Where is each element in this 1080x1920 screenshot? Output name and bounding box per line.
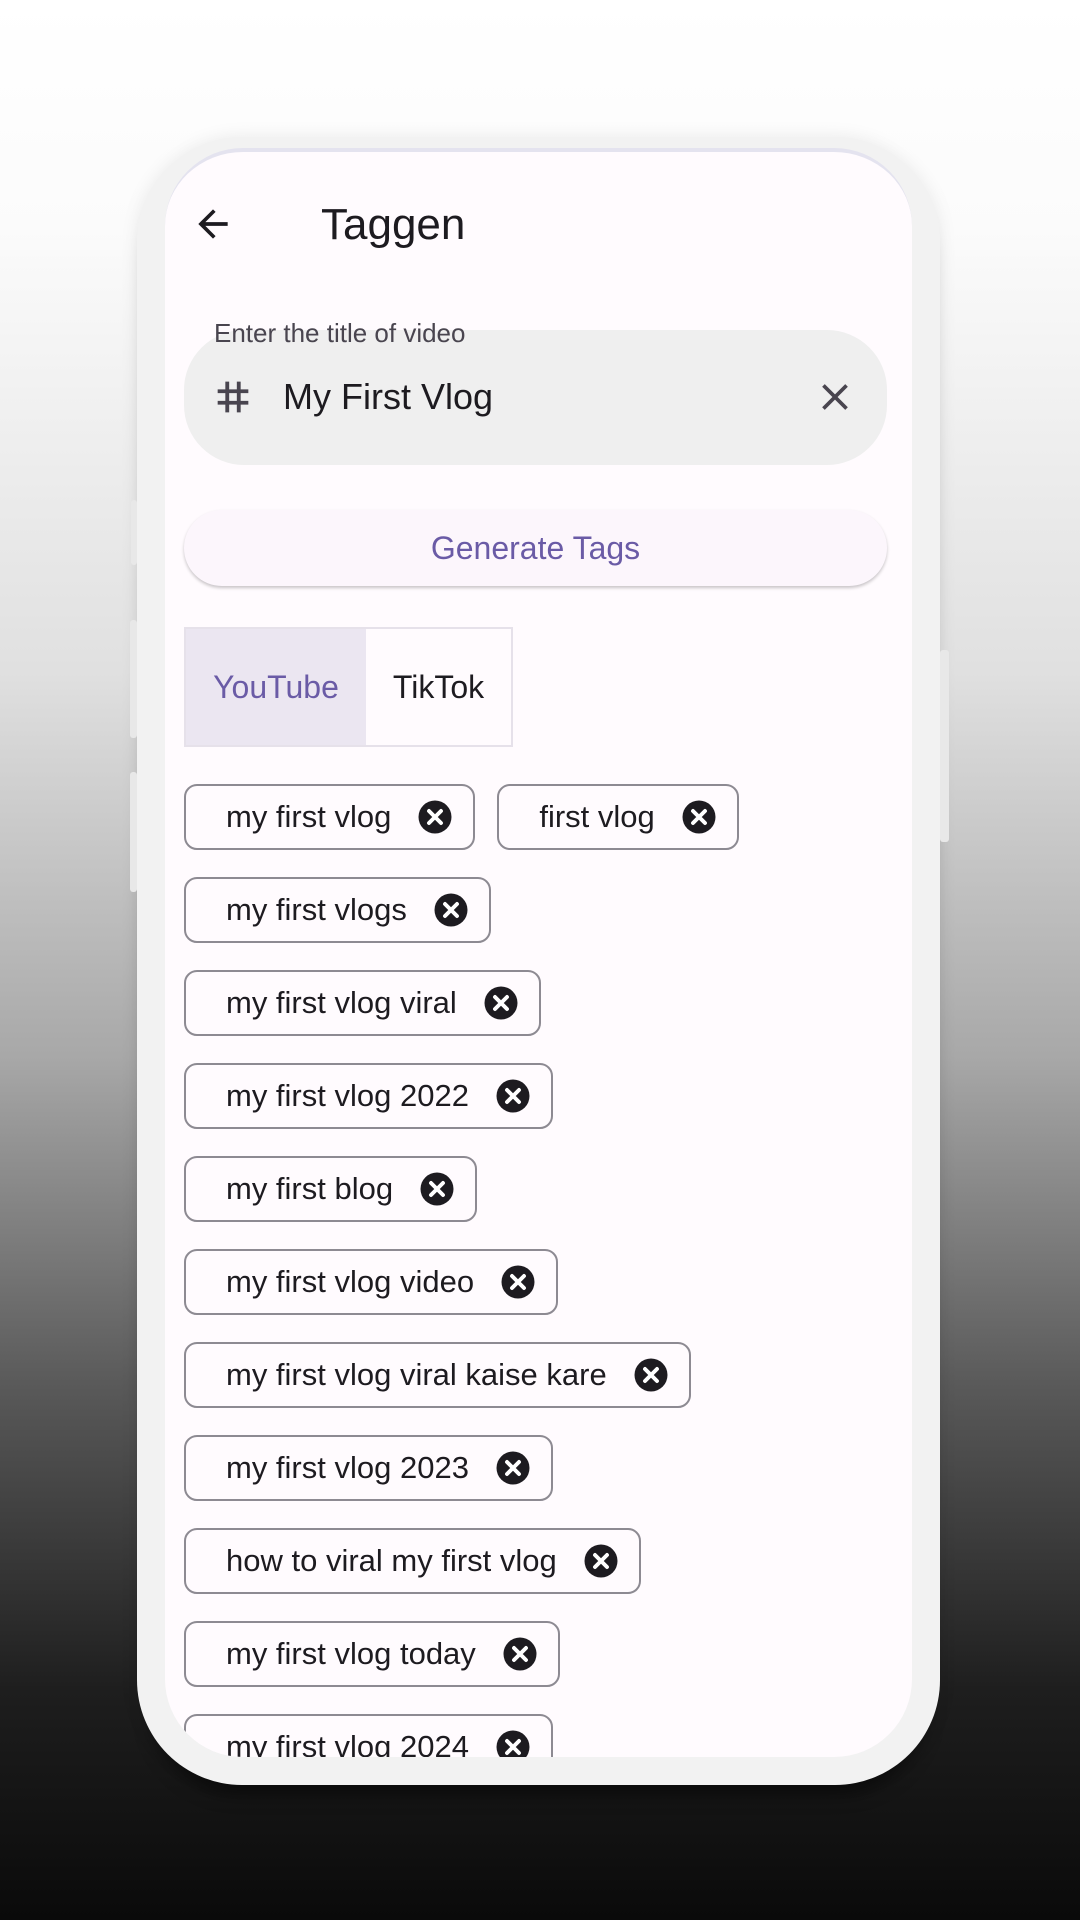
video-title-field[interactable] xyxy=(184,330,887,465)
tag-chip[interactable]: my first vlog 2024 xyxy=(184,1714,553,1757)
title-field-label: Enter the title of video xyxy=(214,318,466,348)
app-bar: Taggen xyxy=(165,152,912,302)
remove-tag-icon[interactable] xyxy=(502,1636,538,1672)
tag-chip[interactable]: my first vlogs xyxy=(184,877,491,943)
remove-tag-icon[interactable] xyxy=(633,1357,669,1393)
side-button xyxy=(131,500,137,565)
tag-chip[interactable]: my first vlog 2023 xyxy=(184,1435,553,1501)
remove-tag-icon[interactable] xyxy=(500,1264,536,1300)
close-icon[interactable] xyxy=(813,375,857,419)
tag-chip[interactable]: my first blog xyxy=(184,1156,478,1222)
tag-chip-row: my first vlog today xyxy=(184,1621,884,1687)
tag-chip-label: my first vlog viral xyxy=(226,985,457,1020)
volume-down-button xyxy=(130,772,137,892)
tag-chip-row: my first vlog viral kaise kare xyxy=(184,1342,884,1408)
tag-chip-label: my first vlog today xyxy=(226,1636,476,1671)
tag-chip[interactable]: my first vlog xyxy=(184,784,476,850)
remove-tag-icon[interactable] xyxy=(681,799,717,835)
tag-chip-label: how to viral my first vlog xyxy=(226,1543,557,1578)
tag-chip-label: my first vlog viral kaise kare xyxy=(226,1357,607,1392)
tag-chip[interactable]: my first vlog today xyxy=(184,1621,560,1687)
tag-chip-label: my first vlog 2022 xyxy=(226,1078,469,1113)
volume-up-button xyxy=(130,620,137,738)
page-title: Taggen xyxy=(321,200,466,249)
arrow-left-icon[interactable] xyxy=(191,202,235,246)
tag-chip-list: my first vlog first vlog my first vlogs my … xyxy=(184,784,884,1757)
remove-tag-icon[interactable] xyxy=(417,799,453,835)
tag-chip-label: my first vlog video xyxy=(226,1264,475,1299)
remove-tag-icon[interactable] xyxy=(495,1729,531,1757)
remove-tag-icon[interactable] xyxy=(495,1078,531,1114)
tag-chip-row: my first vlog video xyxy=(184,1249,884,1315)
remove-tag-icon[interactable] xyxy=(433,892,469,928)
power-button xyxy=(940,650,949,842)
tag-chip-row: my first vlog viral xyxy=(184,970,884,1036)
tag-chip-label: my first vlog 2023 xyxy=(226,1450,469,1485)
tag-chip[interactable]: my first vlog viral xyxy=(184,970,541,1036)
tag-chip-row: my first vlogs xyxy=(184,877,884,943)
tag-chip-row: my first vlog 2022 xyxy=(184,1063,884,1129)
video-title-input[interactable] xyxy=(283,376,763,418)
tag-chip[interactable]: my first vlog 2022 xyxy=(184,1063,553,1129)
remove-tag-icon[interactable] xyxy=(583,1543,619,1579)
tab-youtube[interactable]: YouTube xyxy=(186,629,366,745)
tag-chip-label: my first vlog xyxy=(226,799,392,834)
tag-chip[interactable]: how to viral my first vlog xyxy=(184,1528,641,1594)
platform-toggle: YouTube TikTok xyxy=(184,627,513,747)
tag-chip-label: first vlog xyxy=(539,799,655,834)
tag-chip-label: my first vlogs xyxy=(226,892,407,927)
remove-tag-icon[interactable] xyxy=(495,1450,531,1486)
tag-chip[interactable]: my first vlog viral kaise kare xyxy=(184,1342,691,1408)
tag-chip-label: my first vlog 2024 xyxy=(226,1729,469,1757)
tag-chip-row: my first vlog 2024 xyxy=(184,1714,884,1757)
generate-tags-button[interactable]: Generate Tags xyxy=(184,510,887,586)
tag-chip-row: how to viral my first vlog xyxy=(184,1528,884,1594)
tag-chip-row: my first vlog first vlog xyxy=(184,784,884,850)
remove-tag-icon[interactable] xyxy=(419,1171,455,1207)
tab-tiktok[interactable]: TikTok xyxy=(366,629,511,745)
hash-icon xyxy=(217,381,249,413)
tag-chip[interactable]: first vlog xyxy=(497,784,739,850)
app-screen: Taggen Enter the title of video Generate… xyxy=(165,148,912,1757)
tag-chip-row: my first vlog 2023 xyxy=(184,1435,884,1501)
remove-tag-icon[interactable] xyxy=(483,985,519,1021)
tag-chip-label: my first blog xyxy=(226,1171,394,1206)
tag-chip[interactable]: my first vlog video xyxy=(184,1249,559,1315)
tag-chip-row: my first blog xyxy=(184,1156,884,1222)
